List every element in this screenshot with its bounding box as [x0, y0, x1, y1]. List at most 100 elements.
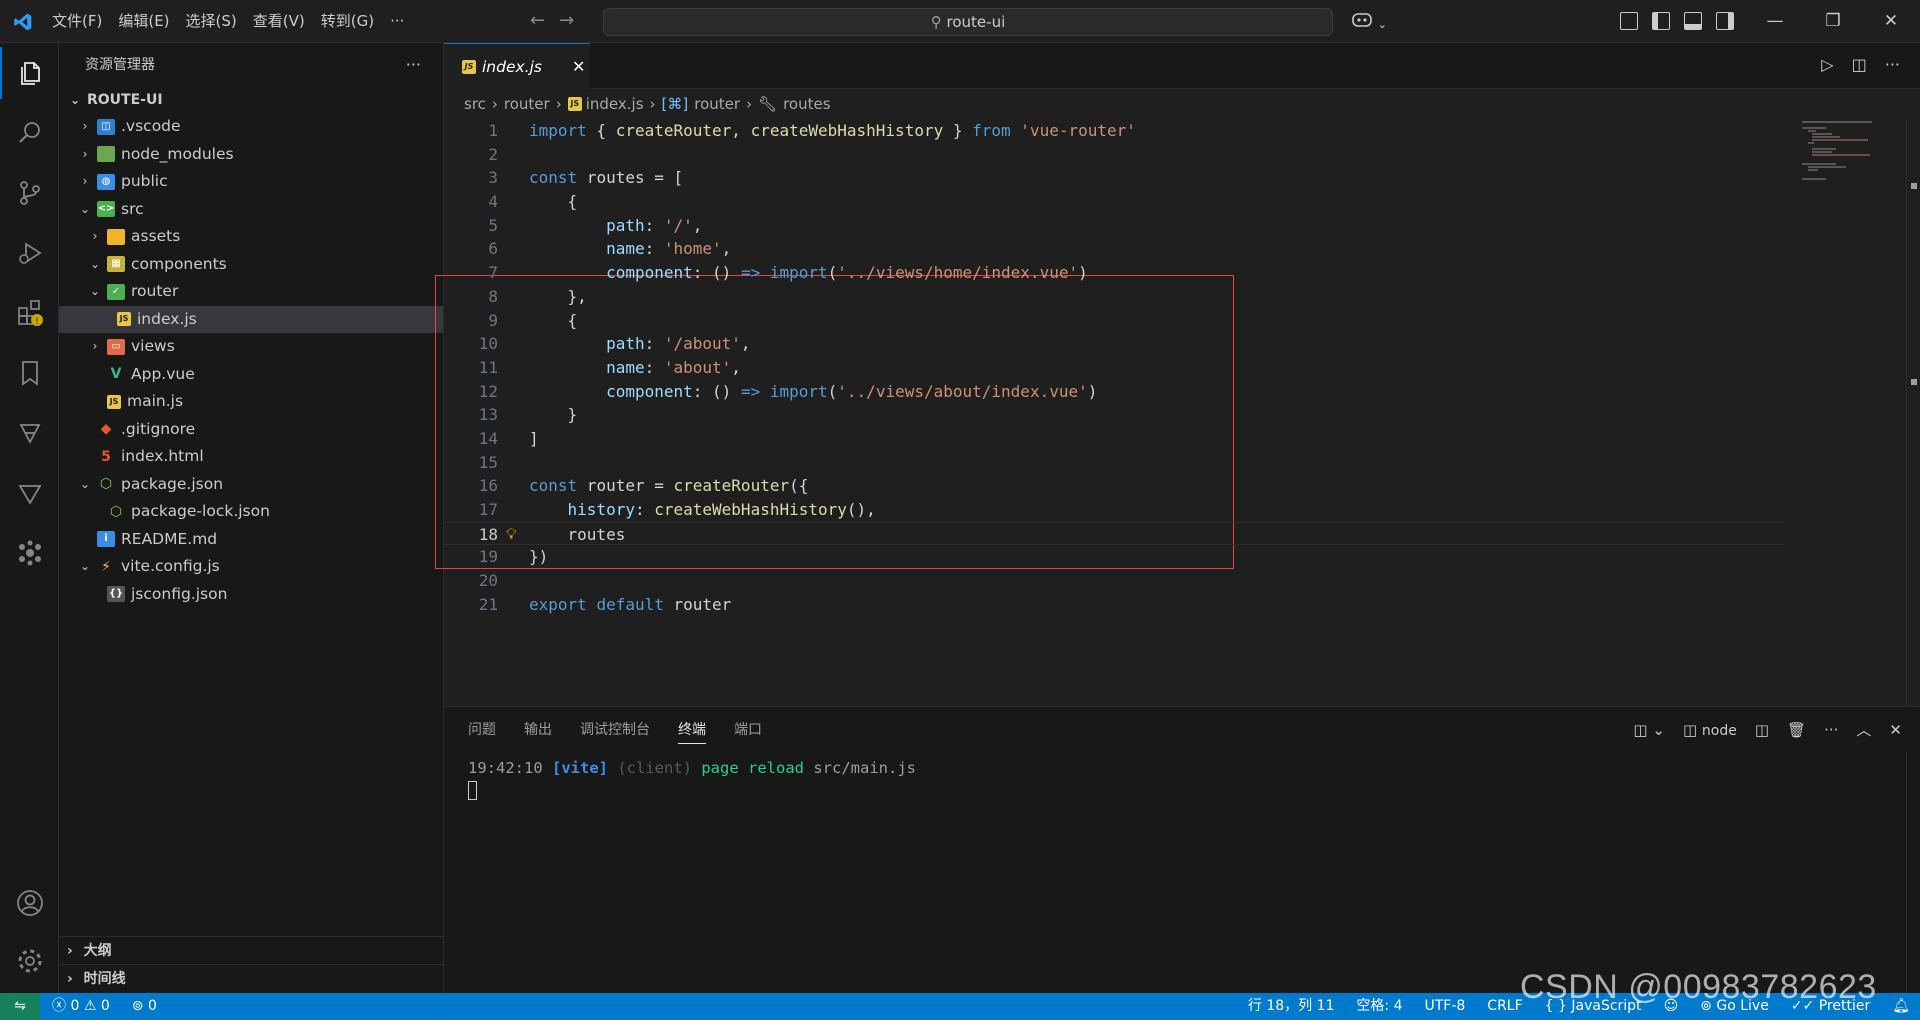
code-editor[interactable]: 1 import { createRouter, createWebHashHis…: [435, 119, 1784, 617]
notifications-bell-icon[interactable]: 🔔︎: [1892, 993, 1910, 1020]
close-panel-icon[interactable]: ✕: [1889, 721, 1902, 739]
code-line[interactable]: 21 export default router: [444, 593, 1784, 617]
terminal-output[interactable]: 19:42:10 [vite] (client) page reload src…: [444, 757, 1920, 806]
run-debug-icon[interactable]: [0, 227, 59, 279]
account-icon[interactable]: [0, 877, 59, 929]
cursor-position[interactable]: 行 18，列 11: [1248, 993, 1335, 1020]
tree-item-public[interactable]: › ◍ public: [59, 168, 443, 196]
new-terminal-split-icon[interactable]: ◫ ⌄: [1633, 721, 1665, 739]
problems-status[interactable]: ⓧ 0 ⚠ 0: [52, 993, 110, 1020]
tab-terminal[interactable]: 终端: [678, 715, 706, 744]
extensions-icon[interactable]: !: [0, 287, 59, 339]
code-line[interactable]: 19}): [444, 545, 1784, 569]
tab-output[interactable]: 输出: [524, 715, 552, 743]
menu-view[interactable]: 查看(V): [245, 0, 313, 43]
breadcrumb-router-symbol[interactable]: router: [694, 89, 740, 119]
toggle-panel-icon[interactable]: [1684, 12, 1702, 30]
tree-item-main-js[interactable]: JS main.js: [59, 388, 443, 416]
customize-layout-icon[interactable]: [1620, 12, 1638, 30]
tree-item-router[interactable]: ⌄ ✓ router: [59, 278, 443, 306]
tree-item-vite-config-js[interactable]: ⌄ ⚡ vite.config.js: [59, 553, 443, 581]
remote-explorer-icon[interactable]: [0, 407, 59, 459]
explorer-more-button[interactable]: ···: [406, 43, 421, 87]
tree-item-index-html[interactable]: 5 index.html: [59, 443, 443, 471]
code-line[interactable]: 2: [444, 143, 1784, 167]
code-line[interactable]: 14]: [444, 427, 1784, 451]
menu-more[interactable]: ···: [382, 0, 412, 43]
editor-vertical-scrollbar[interactable]: [1906, 119, 1920, 706]
code-line[interactable]: 20: [444, 569, 1784, 593]
minimap[interactable]: [1802, 119, 1912, 199]
close-window-button[interactable]: ✕: [1862, 0, 1920, 43]
code-line[interactable]: 13 }: [444, 403, 1784, 427]
tree-item-views[interactable]: › ▭ views: [59, 333, 443, 361]
extension-view-icon[interactable]: [0, 527, 59, 579]
lightbulb-icon[interactable]: 💡︎: [506, 523, 517, 547]
remote-indicator-icon[interactable]: ⇋: [0, 993, 40, 1020]
menu-selection[interactable]: 选择(S): [178, 0, 245, 43]
tree-item-jsconfig-json[interactable]: {} jsconfig.json: [59, 581, 443, 609]
split-editor-icon[interactable]: ◫: [1852, 55, 1867, 74]
code-line[interactable]: 11 name: 'about',: [444, 356, 1784, 380]
code-line[interactable]: 7 component: () => import('../views/home…: [444, 261, 1784, 285]
code-line[interactable]: 6 name: 'home',: [444, 237, 1784, 261]
encoding[interactable]: UTF-8: [1424, 993, 1465, 1020]
restore-button[interactable]: ❐: [1804, 0, 1862, 43]
tree-item-gitignore[interactable]: ◆ .gitignore: [59, 416, 443, 444]
explorer-icon[interactable]: [0, 47, 59, 99]
tree-item-components[interactable]: ⌄ ▦ components: [59, 251, 443, 279]
command-center-search[interactable]: ⚲ route-ui: [603, 8, 1333, 36]
end-of-line[interactable]: CRLF: [1487, 993, 1522, 1020]
breadcrumb-router-folder[interactable]: router: [504, 89, 550, 119]
tab-index-js[interactable]: JS index.js ✕: [444, 43, 590, 89]
search-view-icon[interactable]: [0, 107, 59, 159]
timeline-section[interactable]: › 时间线: [59, 964, 444, 992]
tab-close-icon[interactable]: ✕: [572, 57, 585, 76]
forward-arrow-icon[interactable]: →: [559, 10, 574, 31]
code-line[interactable]: 10 path: '/about',: [444, 332, 1784, 356]
tree-item-readme-md[interactable]: i README.md: [59, 526, 443, 554]
toggle-primary-sidebar-icon[interactable]: [1652, 12, 1670, 30]
workspace-root[interactable]: ⌄ ROUTE-UI: [59, 87, 443, 113]
code-line[interactable]: 9 {: [444, 309, 1784, 333]
copilot-icon[interactable]: ⌄: [1351, 10, 1387, 32]
maximize-panel-icon[interactable]: ︿: [1856, 719, 1871, 740]
code-line[interactable]: 15: [444, 451, 1784, 475]
trash-icon[interactable]: 🗑︎: [1787, 721, 1806, 739]
breadcrumb-file[interactable]: index.js: [586, 89, 644, 119]
run-code-icon[interactable]: ▷: [1821, 55, 1833, 74]
toggle-secondary-sidebar-icon[interactable]: [1716, 12, 1734, 30]
terminal-scrollbar[interactable]: [1906, 751, 1920, 994]
terminal-instance[interactable]: ◫ node: [1683, 721, 1737, 739]
settings-gear-icon[interactable]: [0, 935, 59, 987]
split-terminal-icon[interactable]: ◫: [1755, 721, 1769, 739]
code-line[interactable]: 16 const router = createRouter({: [444, 474, 1784, 498]
tree-item-package-json[interactable]: ⌄ ⬡ package.json: [59, 471, 443, 499]
minimize-button[interactable]: —: [1746, 0, 1804, 43]
panel-more-button[interactable]: ···: [1824, 721, 1838, 739]
bookmark-icon[interactable]: [0, 347, 59, 399]
tab-ports[interactable]: 端口: [734, 715, 762, 743]
indentation[interactable]: 空格: 4: [1356, 993, 1402, 1020]
code-line[interactable]: 12 component: () => import('../views/abo…: [444, 380, 1784, 404]
breadcrumb-routes-symbol[interactable]: routes: [783, 89, 830, 119]
tab-problems[interactable]: 问题: [468, 715, 496, 743]
tree-item-src[interactable]: ⌄ <> src: [59, 196, 443, 224]
back-arrow-icon[interactable]: ←: [530, 10, 545, 31]
code-line[interactable]: 1 import { createRouter, createWebHashHis…: [444, 119, 1784, 143]
menu-go[interactable]: 转到(G): [313, 0, 382, 43]
code-line[interactable]: 5 path: '/',: [444, 214, 1784, 238]
code-line[interactable]: 17 history: createWebHashHistory(),: [444, 498, 1784, 522]
ports-status[interactable]: ⊚ 0: [132, 993, 157, 1020]
code-line[interactable]: 8 },: [444, 285, 1784, 309]
breadcrumb-src[interactable]: src: [464, 89, 486, 119]
tab-debug-console[interactable]: 调试控制台: [580, 715, 650, 743]
menu-file[interactable]: 文件(F): [44, 0, 110, 43]
tree-item-vscode[interactable]: › ◫ .vscode: [59, 113, 443, 141]
editor-more-button[interactable]: ···: [1885, 55, 1900, 74]
tree-item-app-vue[interactable]: V App.vue: [59, 361, 443, 389]
code-line[interactable]: 3 const routes = [: [444, 166, 1784, 190]
tree-item-package-lock-json[interactable]: ⬡ package-lock.json: [59, 498, 443, 526]
code-line[interactable]: 18 routes 💡︎: [444, 521, 1784, 547]
tree-item-index-js[interactable]: JS index.js: [59, 305, 443, 333]
